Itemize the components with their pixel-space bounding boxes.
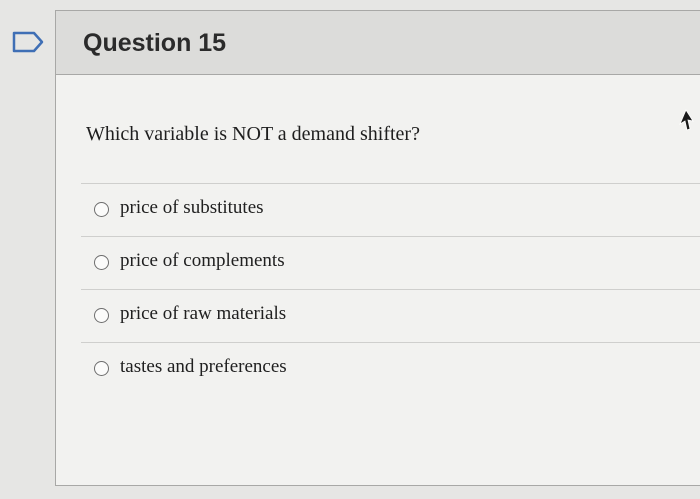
radio-button[interactable]: [94, 255, 109, 270]
answer-label[interactable]: tastes and preferences: [120, 356, 287, 378]
answer-label[interactable]: price of substitutes: [120, 197, 264, 219]
question-prompt: Which variable is NOT a demand shifter?: [86, 123, 420, 145]
answer-option-1[interactable]: price of substitutes: [81, 183, 700, 236]
answer-option-4[interactable]: tastes and preferences: [81, 342, 700, 395]
radio-button[interactable]: [94, 361, 109, 376]
radio-button[interactable]: [94, 308, 109, 323]
answer-option-2[interactable]: price of complements: [81, 236, 700, 289]
radio-button[interactable]: [94, 202, 109, 217]
question-card: Question 15 Which variable is NOT a dema…: [55, 10, 700, 486]
answer-option-3[interactable]: price of raw materials: [81, 289, 700, 342]
mouse-cursor-icon: [679, 109, 694, 131]
answer-label[interactable]: price of raw materials: [120, 303, 286, 325]
question-title: Question 15: [83, 29, 227, 57]
question-header: Question 15: [56, 11, 700, 75]
answer-list: price of substitutes price of complement…: [81, 183, 700, 395]
answer-label[interactable]: price of complements: [120, 250, 285, 272]
flag-icon[interactable]: [12, 31, 44, 53]
